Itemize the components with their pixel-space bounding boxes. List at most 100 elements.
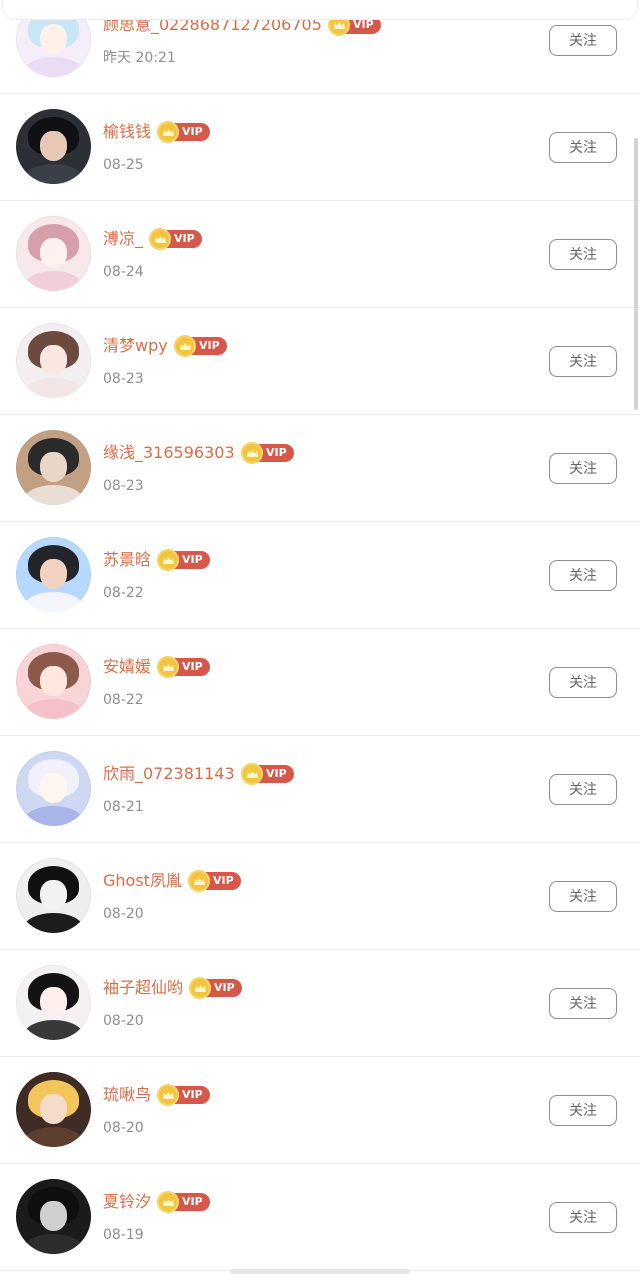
list-item[interactable]: Ghost夙胤 VIP 08-20 关注 (0, 843, 640, 950)
avatar-body (24, 378, 83, 398)
vip-badge: VIP (157, 656, 210, 678)
follow-time: 08-25 (103, 157, 144, 173)
list-item[interactable]: 清梦wpy VIP 08-23 关注 (0, 308, 640, 415)
user-name[interactable]: 苏景晗 (103, 550, 151, 570)
avatar-body (24, 57, 83, 77)
avatar-face (40, 1094, 67, 1124)
user-name[interactable]: 溥凉_ (103, 229, 143, 249)
vip-badge: VIP (241, 442, 294, 464)
vip-badge: VIP (189, 977, 242, 999)
follow-time: 08-23 (103, 371, 144, 387)
vip-badge: VIP (157, 1191, 210, 1213)
user-name[interactable]: Ghost夙胤 (103, 871, 182, 891)
crown-icon (174, 335, 196, 357)
user-name[interactable]: 欣雨_072381143 (103, 764, 235, 784)
avatar[interactable] (16, 430, 91, 505)
avatar-face (40, 1201, 67, 1231)
list-item[interactable]: 缘浅_316596303 VIP 08-23 关注 (0, 415, 640, 522)
avatar-body (24, 485, 83, 505)
list-item[interactable]: 琉啾鸟 VIP 08-20 关注 (0, 1057, 640, 1164)
follow-button[interactable]: 关注 (549, 667, 617, 698)
avatar-body (24, 806, 83, 826)
follow-button[interactable]: 关注 (549, 453, 617, 484)
avatar[interactable] (16, 965, 91, 1040)
crown-icon (241, 442, 263, 464)
avatar[interactable] (16, 751, 91, 826)
avatar-body (24, 164, 83, 184)
avatar-face (40, 452, 67, 482)
follow-button[interactable]: 关注 (549, 239, 617, 270)
follow-button[interactable]: 关注 (549, 1095, 617, 1126)
avatar-face (40, 773, 67, 803)
user-name[interactable]: 安婧媛 (103, 657, 151, 677)
follow-time: 08-24 (103, 264, 144, 280)
user-name[interactable]: 袖子超仙哟 (103, 978, 183, 998)
vip-badge: VIP (241, 763, 294, 785)
avatar[interactable] (16, 537, 91, 612)
list-item[interactable]: 夏铃汐 VIP 08-19 关注 (0, 1164, 640, 1271)
user-name[interactable]: 清梦wpy (103, 336, 168, 356)
vip-badge: VIP (188, 870, 241, 892)
crown-icon (189, 977, 211, 999)
list-item[interactable]: 安婧媛 VIP 08-22 关注 (0, 629, 640, 736)
follow-time: 08-22 (103, 692, 144, 708)
crown-icon (157, 656, 179, 678)
follow-time: 08-20 (103, 1120, 144, 1136)
avatar[interactable] (16, 644, 91, 719)
follow-button[interactable]: 关注 (549, 1202, 617, 1233)
follow-button[interactable]: 关注 (549, 346, 617, 377)
crown-icon (149, 228, 171, 250)
list-item[interactable]: 榆钱钱 VIP 08-25 关注 (0, 94, 640, 201)
vip-badge: VIP (157, 1084, 210, 1106)
avatar[interactable] (16, 216, 91, 291)
avatar-face (40, 131, 67, 161)
avatar-face (40, 666, 67, 696)
avatar[interactable] (16, 109, 91, 184)
home-indicator (230, 1269, 410, 1274)
scrollbar-thumb[interactable] (634, 138, 638, 410)
vip-badge: VIP (157, 549, 210, 571)
avatar[interactable] (16, 1072, 91, 1147)
avatar[interactable] (16, 1179, 91, 1254)
follow-time: 08-21 (103, 799, 144, 815)
user-name[interactable]: 夏铃汐 (103, 1192, 151, 1212)
follow-button[interactable]: 关注 (549, 560, 617, 591)
follow-time: 08-23 (103, 478, 144, 494)
follow-button[interactable]: 关注 (549, 988, 617, 1019)
crown-icon (157, 121, 179, 143)
follow-button[interactable]: 关注 (549, 25, 617, 56)
follow-button[interactable]: 关注 (549, 881, 617, 912)
list-item[interactable]: 袖子超仙哟 VIP 08-20 关注 (0, 950, 640, 1057)
avatar-body (24, 271, 83, 291)
crown-icon (157, 1084, 179, 1106)
follow-time: 08-19 (103, 1227, 144, 1243)
avatar[interactable] (16, 323, 91, 398)
list-item[interactable]: 欣雨_072381143 VIP 08-21 关注 (0, 736, 640, 843)
list-item[interactable]: 溥凉_ VIP 08-24 关注 (0, 201, 640, 308)
avatar-body (24, 1234, 83, 1254)
list-item[interactable]: 苏景晗 VIP 08-22 关注 (0, 522, 640, 629)
crown-icon (157, 1191, 179, 1213)
vip-badge: VIP (157, 121, 210, 143)
user-name[interactable]: 榆钱钱 (103, 122, 151, 142)
follow-button[interactable]: 关注 (549, 132, 617, 163)
avatar-face (40, 24, 67, 54)
avatar-body (24, 592, 83, 612)
follow-time: 08-20 (103, 1013, 144, 1029)
follow-button[interactable]: 关注 (549, 774, 617, 805)
avatar-body (24, 1020, 83, 1040)
follow-time: 昨天 20:21 (103, 50, 176, 66)
user-name[interactable]: 缘浅_316596303 (103, 443, 235, 463)
avatar-body (24, 1127, 83, 1147)
avatar-face (40, 987, 67, 1017)
avatar-face (40, 880, 67, 910)
follow-time: 08-20 (103, 906, 144, 922)
top-sheet-edge (2, 0, 638, 20)
follow-time: 08-22 (103, 585, 144, 601)
avatar[interactable] (16, 858, 91, 933)
avatar-body (24, 913, 83, 933)
user-name[interactable]: 琉啾鸟 (103, 1085, 151, 1105)
avatar-face (40, 559, 67, 589)
crown-icon (188, 870, 210, 892)
crown-icon (241, 763, 263, 785)
